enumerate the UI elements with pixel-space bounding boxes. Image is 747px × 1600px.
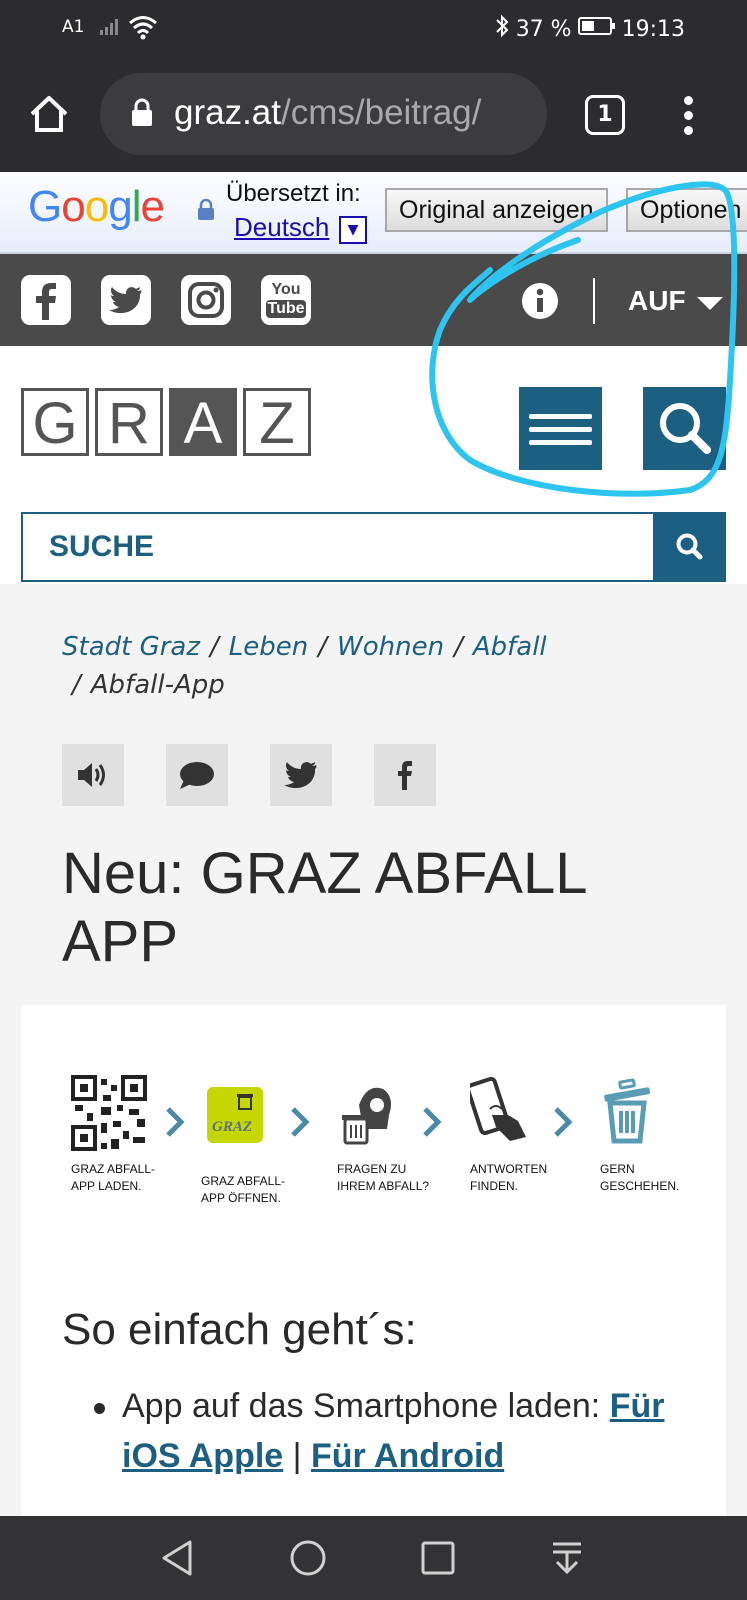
battery-level: 37 %: [515, 16, 572, 42]
instagram-icon[interactable]: [181, 275, 231, 325]
language-dropdown-icon[interactable]: ▼: [339, 216, 367, 244]
chevron-right-icon: [164, 1105, 186, 1143]
facebook-share-button[interactable]: [374, 744, 436, 806]
url-path: /cms/beitrag/: [281, 93, 482, 132]
search-label: SUCHE: [49, 530, 155, 563]
chevron-right-icon: [289, 1105, 311, 1143]
social-bar: You Tube AUF: [0, 254, 747, 346]
twitter-icon: [284, 762, 317, 789]
battery-icon: [577, 16, 616, 42]
site-header: G R A Z SUCHE: [0, 346, 747, 584]
android-download-link[interactable]: Für Android: [311, 1437, 504, 1475]
logo-letter: R: [95, 388, 163, 456]
chevron-right-icon: [552, 1105, 574, 1143]
info-icon[interactable]: [521, 282, 559, 324]
wifi-icon: [128, 14, 158, 44]
recents-icon[interactable]: [420, 1538, 456, 1582]
breadcrumb-current: Abfall-App: [90, 670, 225, 700]
tab-switcher-button[interactable]: 1: [585, 95, 625, 135]
logo-letter: G: [21, 388, 89, 456]
bluetooth-icon: [494, 14, 510, 44]
show-original-button[interactable]: Original anzeigen: [385, 188, 608, 232]
twitter-share-button[interactable]: [270, 744, 332, 806]
content-card: GRAZ ABFALL- APP LADEN. GRAZ GRAZ ABFALL-…: [21, 1005, 726, 1516]
search-icon: [660, 403, 711, 454]
main-content: Stadt Graz / Leben / Wohnen / Abfall / Abfall-A…: [0, 584, 747, 1516]
facebook-icon: [398, 761, 412, 790]
section-heading: So einfach geht´s:: [62, 1305, 417, 1354]
clock: 19:13: [621, 16, 685, 42]
home-icon[interactable]: [28, 94, 70, 138]
browser-toolbar: graz.at/cms/beitrag/ 1: [0, 58, 747, 172]
breadcrumb-link[interactable]: Leben: [229, 632, 308, 662]
youtube-icon[interactable]: You Tube: [261, 275, 311, 325]
back-icon[interactable]: [160, 1538, 194, 1582]
list-item: App auf das Smartphone laden: Für iOS Ap…: [94, 1381, 682, 1481]
menu-button[interactable]: [519, 387, 602, 470]
chevron-right-icon: [421, 1105, 443, 1143]
translate-bar: Google Übersetzt in: Deutsch ▼ Original …: [0, 172, 747, 254]
lock-icon: [197, 198, 215, 226]
home-circle-icon[interactable]: [288, 1538, 328, 1582]
lock-icon: [130, 97, 154, 138]
comment-icon: [180, 762, 214, 789]
translated-label: Übersetzt in:: [226, 180, 361, 207]
notification-pulldown-icon[interactable]: [549, 1538, 585, 1582]
divider: [593, 278, 595, 324]
search-field[interactable]: SUCHE: [21, 512, 726, 582]
carrier-name: A1: [62, 17, 85, 37]
step-item: GERN GESCHEHEN.: [600, 1075, 710, 1195]
breadcrumb: Stadt Graz / Leben / Wohnen / Abfall / Abfall-A…: [62, 632, 547, 700]
read-aloud-button[interactable]: [62, 744, 124, 806]
search-icon: [676, 533, 703, 560]
language-menu-button[interactable]: AUF: [628, 285, 724, 317]
language-link[interactable]: Deutsch: [234, 212, 329, 243]
google-logo: Google: [28, 182, 165, 231]
breadcrumb-link[interactable]: Abfall: [473, 632, 547, 662]
speaker-icon: [78, 763, 105, 787]
url-host: graz.at: [174, 93, 281, 132]
logo-letter: Z: [243, 388, 311, 456]
status-bar: A1 37 % 19:13: [0, 0, 747, 58]
logo-letter: A: [169, 388, 237, 456]
comment-button[interactable]: [166, 744, 228, 806]
system-nav-bar: [0, 1516, 747, 1600]
signal-icon: [100, 18, 122, 40]
options-button[interactable]: Optionen: [626, 188, 747, 232]
search-submit-button[interactable]: [653, 512, 726, 582]
page-title: Neu: GRAZ ABFALL APP: [62, 841, 586, 974]
address-bar[interactable]: graz.at/cms/beitrag/: [100, 73, 547, 155]
facebook-icon[interactable]: [21, 275, 71, 325]
search-button[interactable]: [643, 387, 726, 470]
twitter-icon[interactable]: [101, 275, 151, 325]
breadcrumb-link[interactable]: Wohnen: [337, 632, 444, 662]
breadcrumb-link[interactable]: Stadt Graz: [62, 632, 200, 662]
trash-icon: [600, 1075, 710, 1155]
more-menu-icon[interactable]: [684, 96, 693, 141]
